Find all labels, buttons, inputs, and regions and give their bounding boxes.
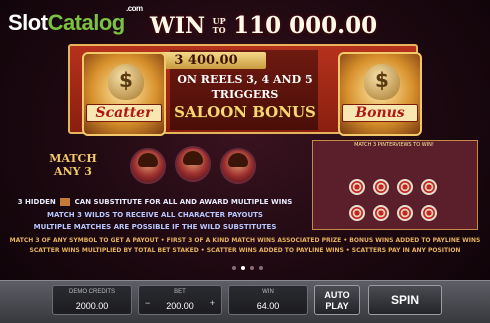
wild-symbol-icon xyxy=(60,198,71,206)
bet-label: BET xyxy=(174,289,186,295)
headline-upto: UP TO xyxy=(212,16,226,35)
saloon-bonus-title: SALOON BONUS xyxy=(174,103,316,121)
money-bag-icon xyxy=(108,64,144,100)
autoplay-button[interactable]: AUTO PLAY xyxy=(314,285,360,315)
paytable-pagination xyxy=(232,266,263,270)
logo-catalog-text: Catalog xyxy=(47,10,126,35)
info-line-match-wilds: MATCH 3 WILDS TO RECEIVE ALL CHARACTER P… xyxy=(47,211,263,219)
match-any-3-label: MATCH ANY 3 xyxy=(49,152,97,178)
trigger-line-2: TRIGGERS xyxy=(211,88,279,101)
slotcatalog-logo: SlotCatalog .com xyxy=(8,4,143,36)
info-line1-pre: 3 HIDDEN xyxy=(17,198,56,206)
character-portrait-1 xyxy=(130,148,166,184)
win-label: WIN xyxy=(262,289,274,295)
hair-icon xyxy=(138,153,158,167)
bonus-symbol: Bonus xyxy=(338,52,422,136)
character-portrait-2 xyxy=(175,146,211,182)
bonus-label: Bonus xyxy=(342,104,418,122)
headline-win: WIN xyxy=(150,13,206,39)
rules-line-1: MATCH 3 OF ANY SYMBOL TO GET A PAYOUT • … xyxy=(9,237,481,244)
bet-value: 200.00 xyxy=(166,301,194,311)
info-line-multiple-matches: MULTIPLE MATCHES ARE POSSIBLE IF THE WIL… xyxy=(33,223,277,231)
hair-icon xyxy=(183,151,203,165)
win-up-to-headline: WIN UP TO 110 000.00 xyxy=(150,12,377,39)
target-icon xyxy=(373,205,389,221)
target-icon xyxy=(421,205,437,221)
bet-selector[interactable]: BET − 200.00 + xyxy=(138,285,222,315)
logo-dotcom-text: .com xyxy=(126,4,143,13)
hair-icon xyxy=(228,153,248,167)
credits-value: 2000.00 xyxy=(75,301,109,311)
target-icon xyxy=(397,205,413,221)
target-icon xyxy=(421,179,437,195)
pagination-dot[interactable] xyxy=(241,266,245,270)
target-icon xyxy=(373,179,389,195)
bonus-game-preview xyxy=(312,140,478,230)
pagination-dot[interactable] xyxy=(259,266,263,270)
win-display: WIN 64.00 xyxy=(228,285,308,315)
pagination-dot[interactable] xyxy=(250,266,254,270)
spin-button[interactable]: SPIN xyxy=(368,285,442,315)
preview-title: MATCH 3 PINTERVIEWS TO WIN! xyxy=(354,142,434,148)
info-line1-post: CAN SUBSTITUTE FOR ALL AND AWARD MULTIPL… xyxy=(74,198,293,206)
target-icon xyxy=(349,205,365,221)
bet-increase-button[interactable]: + xyxy=(210,298,215,308)
info-line-hidden-wilds: 3 HIDDEN CAN SUBSTITUTE FOR ALL AND AWAR… xyxy=(0,198,310,206)
pagination-dot[interactable] xyxy=(232,266,236,270)
credits-label: DEMO CREDITS xyxy=(68,289,115,295)
scatter-label: Scatter xyxy=(86,104,162,122)
character-portrait-3 xyxy=(220,148,256,184)
money-bag-icon xyxy=(364,64,400,100)
rules-line-2: SCATTER WINS MULTIPLIED BY TOTAL BET STA… xyxy=(29,247,461,254)
target-icon xyxy=(397,179,413,195)
headline-amount: 110 000.00 xyxy=(233,12,378,39)
trigger-line-1: ON REELS 3, 4 AND 5 xyxy=(177,73,313,86)
target-icon xyxy=(349,179,365,195)
logo-slot-text: Slot xyxy=(8,10,48,35)
credits-display: DEMO CREDITS 2000.00 xyxy=(52,285,132,315)
scatter-symbol: Scatter xyxy=(82,52,166,136)
win-value: 64.00 xyxy=(256,301,280,311)
